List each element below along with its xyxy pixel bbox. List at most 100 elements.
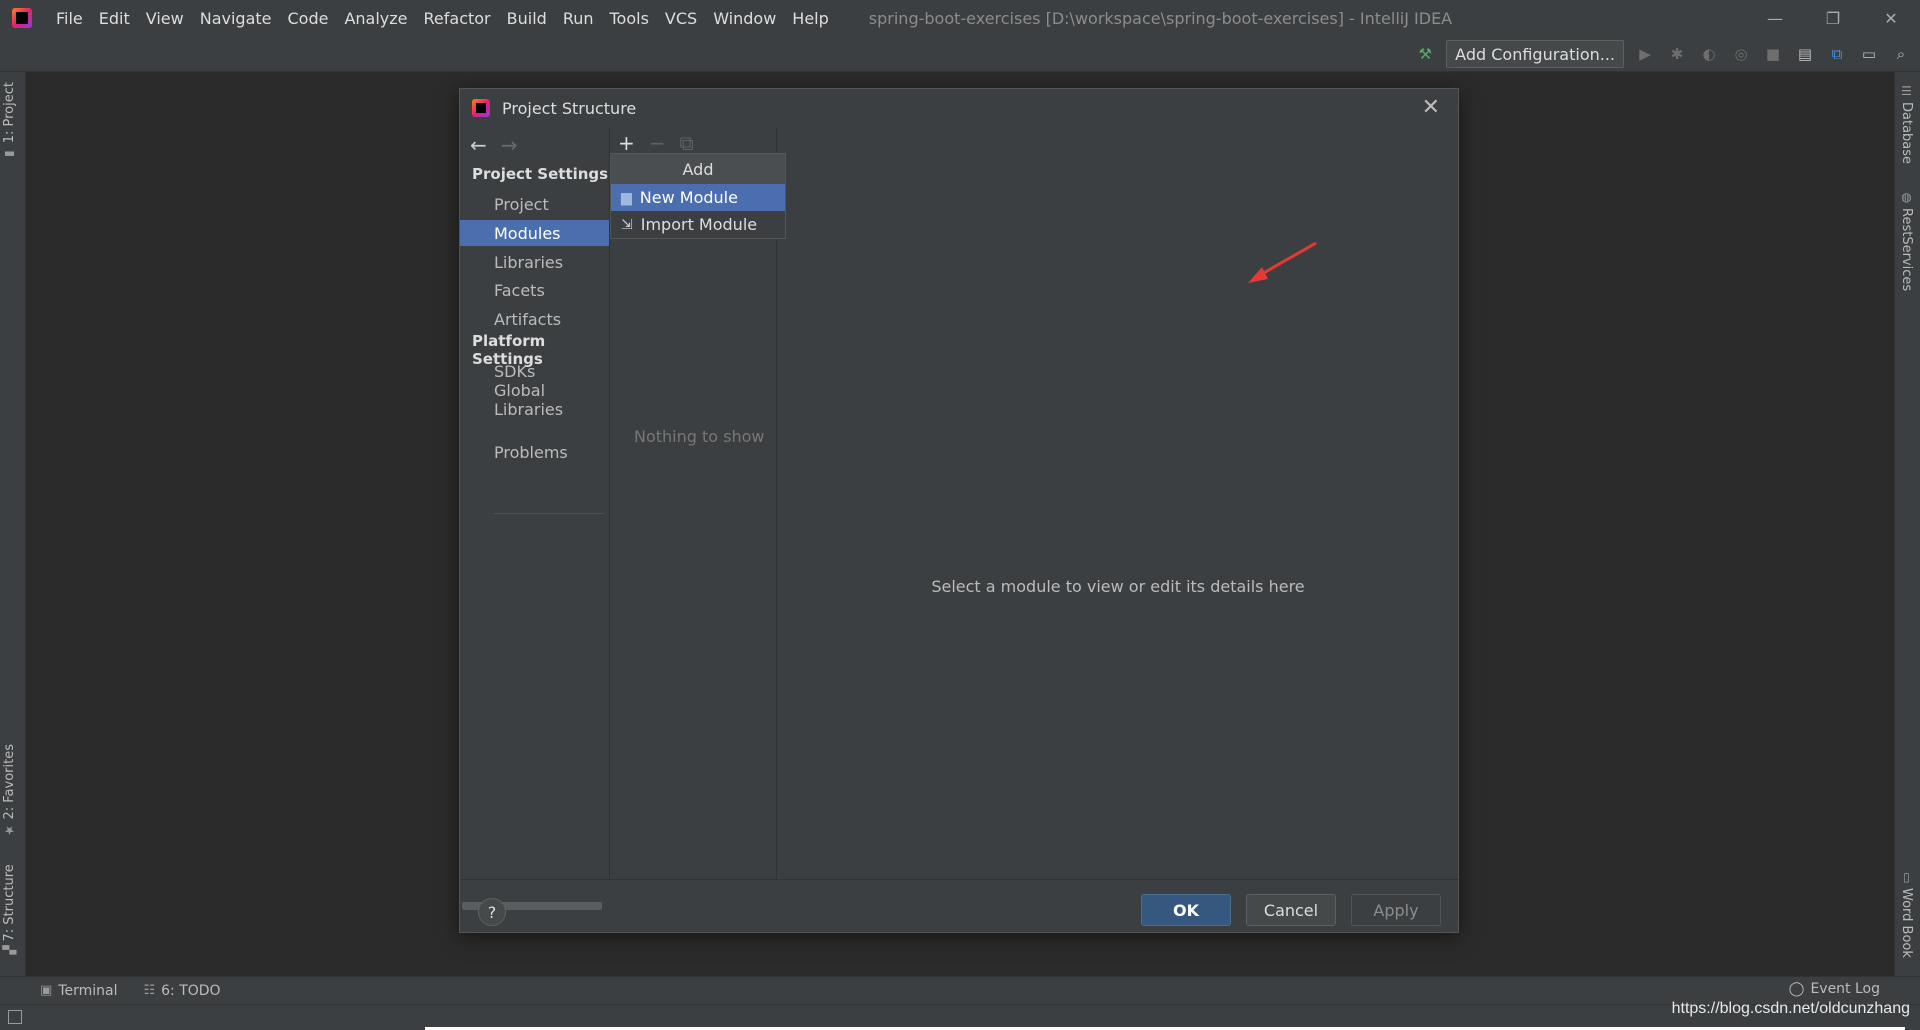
main-menu: File Edit View Navigate Code Analyze Ref… xyxy=(48,9,837,28)
project-structure-icon[interactable]: ▤ xyxy=(1794,43,1816,65)
project-tab-label: 1: Project xyxy=(2,82,17,144)
nav-arrows: ← → xyxy=(470,133,518,157)
help-button[interactable]: ? xyxy=(478,898,506,926)
toggle-tool-windows-icon[interactable] xyxy=(8,1010,22,1024)
build-hammer-icon[interactable]: ⚒ xyxy=(1414,43,1436,65)
favorites-tool-tab[interactable]: ★ 2: Favorites xyxy=(2,744,17,838)
left-tool-strip: ▬ 1: Project ★ 2: Favorites ▞ 7: Structu… xyxy=(0,72,26,976)
debug-icon[interactable]: ✱ xyxy=(1666,43,1688,65)
close-icon[interactable]: ✕ xyxy=(1422,95,1440,120)
stop-icon[interactable]: ■ xyxy=(1762,43,1784,65)
menu-file[interactable]: File xyxy=(48,9,91,28)
menu-vcs[interactable]: VCS xyxy=(657,9,705,28)
menu-refactor[interactable]: Refactor xyxy=(416,9,499,28)
cancel-button[interactable]: Cancel xyxy=(1246,894,1336,926)
todo-tool-tab[interactable]: ☷ 6: TODO xyxy=(143,983,220,999)
word-book-tab-label: Word Book xyxy=(1899,888,1914,958)
presentation-icon[interactable]: ▭ xyxy=(1858,43,1880,65)
nav-item-libraries[interactable]: Libraries xyxy=(460,249,609,275)
database-icon: ☰ xyxy=(1899,84,1914,98)
terminal-icon: ▣ xyxy=(40,983,53,998)
profile-icon[interactable]: ◎ xyxy=(1730,43,1752,65)
menu-code[interactable]: Code xyxy=(280,9,337,28)
add-icon[interactable]: + xyxy=(618,131,635,155)
globe-icon: ◍ xyxy=(1899,190,1914,204)
popup-header: Add xyxy=(611,154,785,184)
nav-item-artifacts[interactable]: Artifacts xyxy=(460,306,609,332)
word-book-tool-tab[interactable]: ▯ Word Book xyxy=(1899,870,1914,958)
module-detail-panel: Select a module to view or edit its deta… xyxy=(778,127,1458,879)
translate-icon[interactable]: ⧉ xyxy=(1826,43,1848,65)
module-folder-icon: ▆ xyxy=(621,189,632,206)
coverage-icon[interactable]: ◐ xyxy=(1698,43,1720,65)
speech-bubble-icon: ◯ xyxy=(1788,981,1805,997)
event-log-label: Event Log xyxy=(1810,981,1880,997)
title-bar: File Edit View Navigate Code Analyze Ref… xyxy=(0,0,1920,36)
favorites-tab-label: 2: Favorites xyxy=(2,744,17,820)
nav-divider xyxy=(494,513,604,514)
apply-button[interactable]: Apply xyxy=(1351,894,1441,926)
menu-window[interactable]: Window xyxy=(705,9,784,28)
detail-placeholder-text: Select a module to view or edit its deta… xyxy=(931,577,1305,596)
minimize-icon[interactable]: — xyxy=(1746,0,1804,36)
restore-icon[interactable]: ❐ xyxy=(1804,0,1862,36)
add-popup-menu: Add ▆ New Module ⇲ Import Module xyxy=(610,153,786,239)
watermark-url: https://blog.csdn.net/oldcunzhang xyxy=(1671,1000,1910,1017)
settings-nav: ← → Project Settings Project Modules Lib… xyxy=(460,127,609,910)
menu-tools[interactable]: Tools xyxy=(602,9,657,28)
forward-arrow-icon[interactable]: → xyxy=(501,133,518,157)
database-tab-label: Database xyxy=(1899,102,1914,165)
menu-edit[interactable]: Edit xyxy=(91,9,138,28)
popup-item-import-module[interactable]: ⇲ Import Module xyxy=(611,211,785,238)
project-settings-heading: Project Settings xyxy=(472,165,609,183)
rest-services-tab-label: RestServices xyxy=(1899,208,1914,292)
terminal-tool-tab[interactable]: ▣ Terminal xyxy=(40,983,117,999)
nav-item-facets[interactable]: Facets xyxy=(460,277,609,303)
structure-tool-tab[interactable]: ▞ 7: Structure xyxy=(2,864,17,955)
toolbar-right-group: ⚒ Add Configuration... ▶ ✱ ◐ ◎ ■ ▤ ⧉ ▭ ⌕ xyxy=(1414,40,1912,68)
main-toolbar: ⚒ Add Configuration... ▶ ✱ ◐ ◎ ■ ▤ ⧉ ▭ ⌕ xyxy=(0,36,1920,72)
new-module-label: New Module xyxy=(639,188,738,207)
todo-label: 6: TODO xyxy=(161,982,221,999)
remove-icon[interactable]: − xyxy=(649,131,666,155)
copy-icon[interactable]: ⧉ xyxy=(680,131,694,155)
rest-services-tool-tab[interactable]: ◍ RestServices xyxy=(1899,190,1914,291)
menu-run[interactable]: Run xyxy=(555,9,602,28)
empty-list-text: Nothing to show xyxy=(634,427,765,446)
import-module-label: Import Module xyxy=(640,215,758,234)
terminal-label: Terminal xyxy=(58,982,118,999)
structure-tab-label: 7: Structure xyxy=(2,864,17,942)
structure-icon: ▞ xyxy=(2,945,17,955)
menu-navigate[interactable]: Navigate xyxy=(192,9,280,28)
nav-item-problems[interactable]: Problems xyxy=(460,439,609,465)
popup-item-new-module[interactable]: ▆ New Module xyxy=(611,184,785,211)
nav-item-project[interactable]: Project xyxy=(460,191,609,217)
search-icon[interactable]: ⌕ xyxy=(1890,43,1912,65)
dialog-title-bar: Project Structure ✕ xyxy=(460,89,1458,127)
close-window-icon[interactable]: ✕ xyxy=(1862,0,1920,36)
intellij-logo-icon xyxy=(12,8,32,28)
import-icon: ⇲ xyxy=(621,216,633,233)
dialog-title: Project Structure xyxy=(502,98,637,118)
menu-help[interactable]: Help xyxy=(784,9,836,28)
bottom-tool-bar: ▣ Terminal ☷ 6: TODO ◯ Event Log xyxy=(0,976,1920,1004)
menu-analyze[interactable]: Analyze xyxy=(336,9,415,28)
back-arrow-icon[interactable]: ← xyxy=(470,133,487,157)
modules-list-toolbar: + − ⧉ xyxy=(618,131,694,155)
project-tool-tab[interactable]: ▬ 1: Project xyxy=(2,82,17,161)
nav-item-modules[interactable]: Modules xyxy=(460,220,609,246)
menu-view[interactable]: View xyxy=(138,9,192,28)
database-tool-tab[interactable]: ☰ Database xyxy=(1899,84,1914,164)
todo-list-icon: ☷ xyxy=(143,983,156,998)
run-icon[interactable]: ▶ xyxy=(1634,43,1656,65)
event-log-tool-tab[interactable]: ◯ Event Log xyxy=(1789,981,1880,997)
menu-build[interactable]: Build xyxy=(499,9,555,28)
dialog-footer: ? OK Cancel Apply xyxy=(460,879,1458,934)
star-icon: ★ xyxy=(2,823,17,838)
ok-button[interactable]: OK xyxy=(1141,894,1231,926)
nav-item-global-libraries[interactable]: Global Libraries xyxy=(460,381,609,419)
annotation-arrow-icon xyxy=(1248,241,1317,283)
window-controls: — ❐ ✕ xyxy=(1746,0,1920,36)
right-tool-strip: ☰ Database ◍ RestServices ▯ Word Book xyxy=(1894,72,1920,976)
add-configuration-button[interactable]: Add Configuration... xyxy=(1446,40,1624,68)
